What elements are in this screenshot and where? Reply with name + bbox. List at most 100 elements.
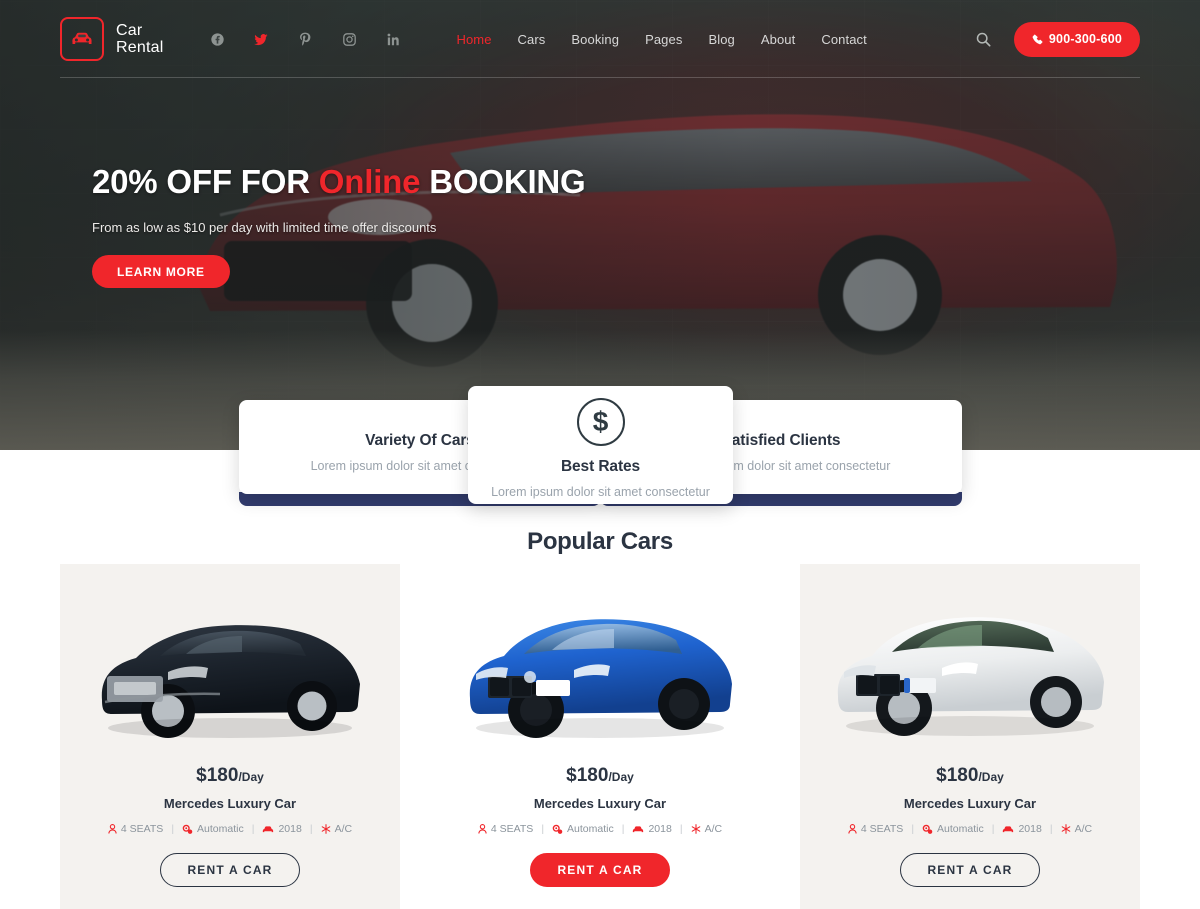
spec-separator: |	[309, 823, 313, 835]
car-price: $180/Day	[566, 765, 634, 787]
logo[interactable]: Car Rental	[60, 17, 163, 61]
car-specs: 4 SEATS | Automatic | 2018 | A/C	[478, 823, 722, 835]
car-icon	[72, 32, 92, 44]
twitter-icon[interactable]	[254, 32, 268, 46]
car-name: Mercedes Luxury Car	[163, 796, 297, 811]
spec-label: 4 SEATS	[860, 823, 904, 835]
nav-item-contact[interactable]: Contact	[821, 32, 867, 47]
nav-item-cars[interactable]: Cars	[518, 32, 546, 47]
spec-separator: |	[251, 823, 255, 835]
nav-item-booking[interactable]: Booking	[571, 32, 619, 47]
spec-ac: A/C	[1061, 823, 1093, 835]
dollar-icon: $	[576, 398, 625, 446]
spec-label: 2018	[648, 823, 672, 835]
spec-year: 2018	[632, 823, 672, 835]
nav-item-about[interactable]: About	[761, 32, 795, 47]
nav-item-home[interactable]: Home	[456, 32, 491, 47]
pinterest-icon[interactable]	[298, 32, 312, 46]
facebook-icon[interactable]	[210, 32, 224, 46]
car-image-blue-bmw	[460, 580, 740, 755]
hero-title-accent: Online	[318, 163, 421, 200]
feature-card-best-rates[interactable]: $ Best Rates Lorem ipsum dolor sit amet …	[468, 386, 733, 504]
header-actions: 900-300-600	[976, 21, 1140, 57]
logo-line-2: Rental	[116, 39, 164, 56]
phone-icon	[1032, 33, 1043, 44]
logo-line-1: Car	[116, 22, 143, 39]
car-price-value: $180	[936, 765, 979, 786]
car-name: Mercedes Luxury Car	[903, 796, 1037, 811]
spec-separator: |	[991, 823, 995, 835]
social-links	[210, 32, 400, 46]
popular-cars-list: $180/Day Mercedes Luxury Car 4 SEATS | A…	[0, 564, 1200, 909]
car-card[interactable]: $180/Day Mercedes Luxury Car 4 SEATS | A…	[430, 564, 770, 909]
car-price-period: /Day	[608, 770, 634, 784]
spec-label: 2018	[278, 823, 302, 835]
hero-title-pre: 20% OFF FOR	[92, 163, 319, 200]
hero-section: Car Rental Home Cars Booking Pages Blog …	[0, 0, 1200, 450]
car-price-value: $180	[566, 765, 609, 786]
phone-number: 900-300-600	[1048, 32, 1122, 46]
car-price: $180/Day	[196, 765, 264, 787]
car-specs: 4 SEATS | Automatic | 2018 | A/C	[848, 823, 1092, 835]
features-row: Variety Of Cars Lorem ipsum dolor sit am…	[0, 386, 1200, 516]
phone-button[interactable]: 900-300-600	[1013, 21, 1140, 57]
car-card[interactable]: $180/Day Mercedes Luxury Car 4 SEATS | A…	[60, 564, 400, 909]
seat-icon	[108, 824, 117, 834]
spec-label: A/C	[334, 823, 353, 835]
spec-label: 4 SEATS	[120, 823, 164, 835]
hero-content: 20% OFF FOR Online BOOKING From as low a…	[92, 163, 586, 288]
gears-icon	[922, 824, 933, 835]
spec-seats: 4 SEATS	[478, 823, 533, 835]
snowflake-icon	[1061, 824, 1071, 834]
car-price-value: $180	[196, 765, 239, 786]
spec-separator: |	[621, 823, 625, 835]
spec-separator: |	[541, 823, 545, 835]
spec-label: A/C	[1074, 823, 1093, 835]
car-image-black-audi	[90, 580, 370, 755]
car-price-period: /Day	[978, 770, 1004, 784]
page-title: Popular Cars	[527, 528, 673, 555]
main-navigation: Home Cars Booking Pages Blog About Conta…	[456, 32, 866, 47]
spec-ac: A/C	[691, 823, 723, 835]
feature-description: Lorem ipsum dolor sit amet consectetur	[491, 485, 710, 499]
spec-separator: |	[1049, 823, 1053, 835]
spec-transmission: Automatic	[552, 823, 614, 835]
rent-a-car-button[interactable]: RENT A CAR	[530, 853, 670, 887]
spec-label: A/C	[704, 823, 723, 835]
spec-separator: |	[679, 823, 683, 835]
logo-text: Car Rental	[116, 22, 163, 56]
rent-a-car-button[interactable]: RENT A CAR	[160, 853, 300, 887]
spec-label: 2018	[1018, 823, 1042, 835]
hero-title-post: BOOKING	[420, 163, 586, 200]
spec-seats: 4 SEATS	[848, 823, 903, 835]
car-card[interactable]: $180/Day Mercedes Luxury Car 4 SEATS | A…	[800, 564, 1140, 909]
car-specs: 4 SEATS | Automatic | 2018 | A/C	[108, 823, 352, 835]
hero-title: 20% OFF FOR Online BOOKING	[92, 163, 586, 201]
seat-icon	[848, 824, 857, 834]
car-price-period: /Day	[238, 770, 264, 784]
feature-title: Best Rates	[560, 458, 641, 475]
nav-item-blog[interactable]: Blog	[708, 32, 734, 47]
snowflake-icon	[321, 824, 331, 834]
spec-transmission: Automatic	[922, 823, 984, 835]
spec-year: 2018	[1002, 823, 1042, 835]
logo-icon-box	[60, 17, 104, 61]
spec-seats: 4 SEATS	[108, 823, 163, 835]
rent-a-car-button[interactable]: RENT A CAR	[900, 853, 1040, 887]
snowflake-icon	[691, 824, 701, 834]
spec-label: 4 SEATS	[490, 823, 534, 835]
car-icon	[632, 825, 644, 834]
spec-label: Automatic	[937, 823, 984, 835]
spec-year: 2018	[262, 823, 302, 835]
hero-subtitle: From as low as $10 per day with limited …	[92, 220, 437, 235]
spec-label: Automatic	[567, 823, 614, 835]
instagram-icon[interactable]	[342, 32, 356, 46]
spec-separator: |	[911, 823, 915, 835]
nav-item-pages[interactable]: Pages	[645, 32, 682, 47]
spec-label: Automatic	[197, 823, 244, 835]
learn-more-button[interactable]: LEARN MORE	[92, 255, 230, 288]
linkedin-icon[interactable]	[386, 32, 400, 46]
gears-icon	[182, 824, 193, 835]
search-icon[interactable]	[976, 31, 992, 47]
gears-icon	[552, 824, 563, 835]
